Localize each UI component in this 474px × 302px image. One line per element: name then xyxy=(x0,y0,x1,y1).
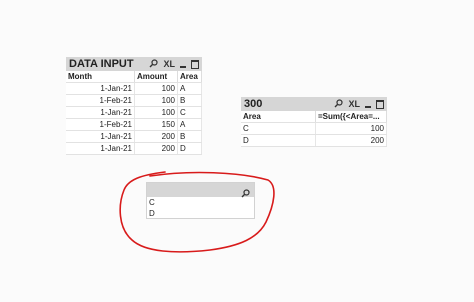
list-item[interactable]: D xyxy=(147,208,254,219)
cell-area: A xyxy=(177,118,202,131)
maximize-icon[interactable] xyxy=(191,59,199,69)
cell-amount: 150 xyxy=(134,118,178,131)
listbox-caption[interactable] xyxy=(147,183,254,198)
cell-sum: 200 xyxy=(315,134,387,147)
cell-month: 1-Jan-21 xyxy=(66,142,135,155)
search-icon[interactable] xyxy=(149,58,159,70)
sum-table-caption[interactable]: 300 XL xyxy=(241,97,387,111)
cell-area: A xyxy=(177,82,202,95)
table-header-row: Month Amount Area xyxy=(66,71,202,83)
cell-area: C xyxy=(241,122,316,135)
cell-amount: 200 xyxy=(134,130,178,143)
column-header-month[interactable]: Month xyxy=(66,71,135,83)
cell-amount: 200 xyxy=(134,142,178,155)
cell-month: 1-Jan-21 xyxy=(66,106,135,119)
table-row[interactable]: 1-Jan-21 100 A xyxy=(66,82,202,95)
sum-table-box[interactable]: 300 XL Area =Sum({<Area=... C 100 D 200 xyxy=(241,97,387,147)
sum-table: Area =Sum({<Area=... C 100 D 200 xyxy=(241,111,387,147)
xl-export-icon[interactable]: XL xyxy=(163,59,175,69)
table-row[interactable]: 1-Jan-21 200 D xyxy=(66,142,202,155)
data-input-title: DATA INPUT xyxy=(69,58,134,70)
area-listbox[interactable]: C D xyxy=(146,182,255,219)
maximize-icon[interactable] xyxy=(376,99,384,109)
search-icon[interactable] xyxy=(241,185,250,203)
column-header-amount[interactable]: Amount xyxy=(134,71,178,83)
minimize-icon[interactable] xyxy=(180,65,186,68)
table-row[interactable]: C 100 xyxy=(241,122,387,135)
cell-area: D xyxy=(177,142,202,155)
minimize-icon[interactable] xyxy=(365,105,371,108)
column-header-area[interactable]: Area xyxy=(177,71,202,83)
data-input-caption[interactable]: DATA INPUT XL xyxy=(66,57,202,71)
cell-area: D xyxy=(241,134,316,147)
table-row[interactable]: 1-Jan-21 200 B xyxy=(66,130,202,143)
cell-area: C xyxy=(177,106,202,119)
column-header-expression[interactable]: =Sum({<Area=... xyxy=(315,111,387,123)
table-row[interactable]: 1-Feb-21 150 A xyxy=(66,118,202,131)
table-row[interactable]: 1-Jan-21 100 C xyxy=(66,106,202,119)
search-icon[interactable] xyxy=(334,98,344,110)
table-header-row: Area =Sum({<Area=... xyxy=(241,111,387,123)
cell-month: 1-Jan-21 xyxy=(66,82,135,95)
data-input-table-box[interactable]: DATA INPUT XL Month Amount Area 1-Jan-21… xyxy=(66,57,202,155)
xl-export-icon[interactable]: XL xyxy=(348,99,360,109)
table-row[interactable]: 1-Feb-21 100 B xyxy=(66,94,202,107)
table-row[interactable]: D 200 xyxy=(241,134,387,147)
cell-sum: 100 xyxy=(315,122,387,135)
sum-table-title: 300 xyxy=(244,98,263,110)
cell-amount: 100 xyxy=(134,82,178,95)
cell-month: 1-Feb-21 xyxy=(66,118,135,131)
data-input-table: Month Amount Area 1-Jan-21 100 A 1-Feb-2… xyxy=(66,71,202,155)
cell-amount: 100 xyxy=(134,94,178,107)
cell-area: B xyxy=(177,94,202,107)
cell-amount: 100 xyxy=(134,106,178,119)
list-item[interactable]: C xyxy=(147,197,254,208)
cell-area: B xyxy=(177,130,202,143)
cell-month: 1-Feb-21 xyxy=(66,94,135,107)
column-header-area[interactable]: Area xyxy=(241,111,316,123)
cell-month: 1-Jan-21 xyxy=(66,130,135,143)
